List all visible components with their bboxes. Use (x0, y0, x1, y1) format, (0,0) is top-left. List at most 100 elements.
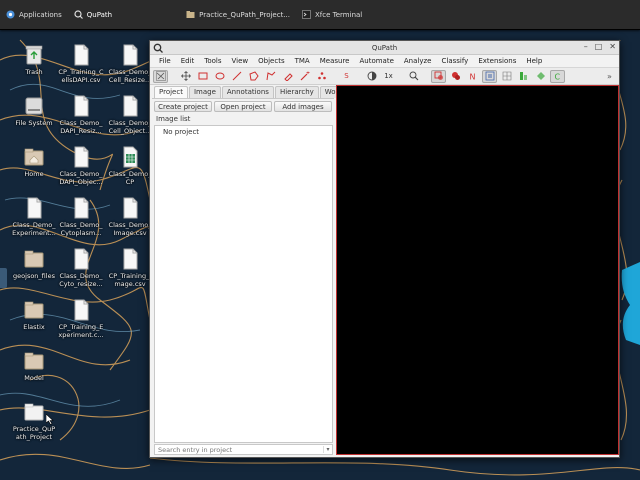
desktop-icon-label: Class_Demo_ Experiment... (12, 221, 56, 237)
document-icon (70, 248, 92, 270)
toolbar-overflow-button[interactable]: » (602, 70, 617, 83)
desktop-icon-folder[interactable]: geojson_files (10, 248, 58, 280)
trash-icon (23, 44, 45, 66)
toggle-left-pane-button[interactable] (153, 69, 168, 83)
image-viewer[interactable] (336, 85, 619, 455)
taskbar-terminal[interactable]: Xfce Terminal (296, 0, 368, 30)
wand-tool-button[interactable] (297, 70, 312, 83)
rectangle-tool-button[interactable] (195, 70, 210, 83)
show-command-log-button[interactable]: C (550, 69, 565, 83)
add-images-button[interactable]: Add images (274, 101, 332, 112)
desktop-icon-file[interactable]: Class_Demo_ Cytoplasm... (57, 197, 105, 237)
brightness-contrast-button[interactable] (364, 70, 379, 83)
desktop-icon-file[interactable]: Class_Demo_ DAPI_Resiz... (57, 95, 105, 135)
project-search-input[interactable] (155, 445, 323, 454)
desktop-icon-file[interactable]: Class_Demo_ Image.csv (106, 197, 154, 237)
desktop-icon-file[interactable]: CP_Training_I mage.csv (106, 248, 154, 288)
mouse-cursor-icon (46, 414, 54, 425)
show-tma-grid-button[interactable] (482, 69, 497, 83)
command-icon: C (554, 73, 560, 82)
zoom-level-label[interactable]: 1x (381, 70, 396, 83)
document-icon (70, 197, 92, 219)
folder-icon (23, 350, 45, 372)
desktop-icon-home[interactable]: Home (10, 146, 58, 178)
minimize-button[interactable]: – (584, 42, 588, 51)
applications-menu[interactable]: Applications (0, 0, 68, 30)
line-tool-button[interactable] (229, 70, 244, 83)
drive-icon (23, 95, 45, 117)
desktop-icon-folder[interactable]: Model (10, 350, 58, 382)
desktop-icon-file-system[interactable]: File System (10, 95, 58, 127)
tab-hierarchy[interactable]: Hierarchy (274, 86, 319, 98)
tab-annotations[interactable]: Annotations (221, 86, 274, 98)
brush-tool-button[interactable] (280, 70, 295, 83)
show-names-button[interactable]: N (465, 70, 480, 83)
search-dropdown-icon[interactable]: ▾ (323, 446, 332, 453)
show-annotations-button[interactable] (431, 69, 446, 83)
folder-icon (186, 10, 195, 19)
tab-project[interactable]: Project (154, 86, 188, 98)
document-icon (70, 299, 92, 321)
desktop-icon-label: geojson_files (13, 272, 55, 280)
menu-classify[interactable]: Classify (436, 57, 473, 65)
tab-image[interactable]: Image (188, 86, 221, 98)
terminal-icon (302, 10, 311, 19)
line-tool-icon (232, 71, 241, 81)
menu-objects[interactable]: Objects (253, 57, 289, 65)
move-tool-icon (180, 71, 191, 81)
fill-annotations-button[interactable] (448, 70, 463, 83)
menu-help[interactable]: Help (521, 57, 547, 65)
show-detections-button[interactable] (499, 70, 514, 83)
magnifier-icon (409, 71, 418, 81)
analysis-tabs: Project Image Annotations Hierarchy Work… (152, 86, 362, 98)
move-tool-button[interactable] (178, 70, 193, 83)
desktop-icon-label: Elastix (23, 323, 45, 331)
menu-tools[interactable]: Tools (199, 57, 226, 65)
create-project-button[interactable]: Create project (154, 101, 212, 112)
menu-tma[interactable]: TMA (290, 57, 315, 65)
maximize-button[interactable]: □ (595, 42, 603, 51)
desktop-icon-folder[interactable]: Elastix (10, 299, 58, 331)
menu-file[interactable]: File (154, 57, 176, 65)
taskbar-qupath[interactable]: QuPath (68, 0, 118, 30)
open-project-button[interactable]: Open project (214, 101, 272, 112)
desktop-icon-file[interactable]: CP_Training_C ellsDAPI.csv (57, 44, 105, 84)
points-tool-button[interactable] (314, 70, 329, 83)
menu-extensions[interactable]: Extensions (473, 57, 521, 65)
close-button[interactable]: ✕ (609, 42, 616, 51)
app-menu-icon (6, 10, 15, 19)
desktop-icon-file[interactable]: Class_Demo_ Experiment... (10, 197, 58, 237)
image-list-heading: Image list (156, 115, 191, 123)
rectangle-tool-icon (198, 72, 207, 80)
taskbar-file-manager[interactable]: Practice_QuPath_Project... (180, 0, 296, 30)
menu-automate[interactable]: Automate (354, 57, 398, 65)
desktop-icon-trash[interactable]: Trash (10, 44, 58, 76)
desktop-icon-file[interactable]: Class_Demo_ Cell_Resize... (106, 44, 154, 84)
desktop-icon-label: Class_Demo_ Cell_Object... (108, 119, 152, 135)
image-list[interactable]: No project (154, 125, 333, 443)
points-tool-icon (317, 72, 326, 80)
desktop-icon-sheet[interactable]: Class_Demo_ CP (106, 146, 154, 186)
desktop-icon-file[interactable]: Class_Demo_ Cyto_resize... (57, 248, 105, 288)
document-icon (119, 248, 141, 270)
ellipse-tool-button[interactable] (212, 70, 227, 83)
menu-analyze[interactable]: Analyze (399, 57, 437, 65)
document-icon (70, 44, 92, 66)
show-pixel-classification-button[interactable] (516, 70, 531, 83)
project-search-box[interactable]: ▾ (154, 444, 333, 455)
polygon-tool-button[interactable] (246, 70, 261, 83)
zoom-to-fit-button[interactable] (406, 70, 421, 83)
selection-mode-button[interactable]: S (339, 70, 354, 83)
desktop-icon-file[interactable]: CP_Training_E xperiment.c... (57, 299, 105, 339)
show-overlay-button[interactable] (533, 70, 548, 83)
desktop-icon-file[interactable]: Class_Demo_ DAPI_Objec... (57, 146, 105, 186)
window-titlebar[interactable]: QuPath – □ ✕ (150, 41, 619, 55)
menu-view[interactable]: View (227, 57, 254, 65)
taskbar-file-manager-label: Practice_QuPath_Project... (199, 10, 291, 19)
polyline-tool-button[interactable] (263, 70, 278, 83)
document-icon (23, 197, 45, 219)
desktop-icon-file[interactable]: Class_Demo_ Cell_Object... (106, 95, 154, 135)
menu-measure[interactable]: Measure (315, 57, 355, 65)
panel-handle[interactable] (0, 268, 7, 288)
menu-edit[interactable]: Edit (176, 57, 200, 65)
